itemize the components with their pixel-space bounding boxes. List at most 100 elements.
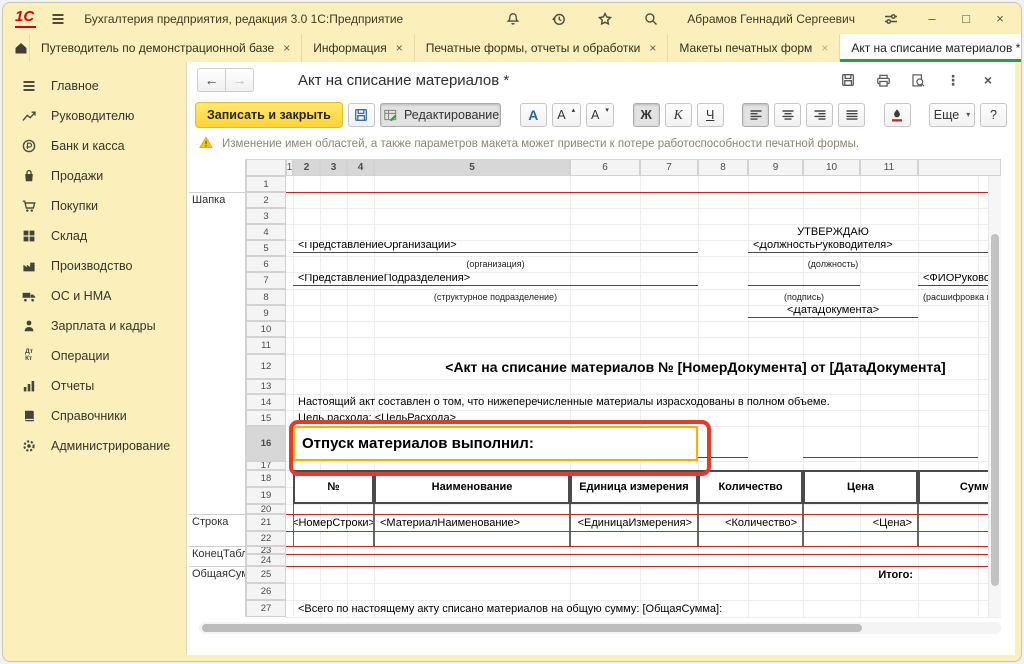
grid-cell[interactable]: <ПредставлениеОрганизации> — [293, 242, 698, 253]
print-preview-icon[interactable] — [909, 71, 927, 89]
sidebar-item-справочники[interactable]: Справочники — [3, 401, 186, 431]
sidebar-item-банк-и-касса[interactable]: Банк и касса — [3, 131, 186, 161]
save-button[interactable] — [348, 103, 375, 127]
column-header-9[interactable]: 9 — [748, 159, 803, 176]
row-header-1[interactable]: 1 — [246, 176, 286, 192]
row-header-7[interactable]: 7 — [246, 272, 286, 289]
forward-button[interactable]: → — [226, 68, 254, 92]
area-label-конецтаблицы[interactable]: КонецТаблицы — [192, 548, 245, 560]
grid-cell[interactable]: <ПредставлениеПодразделения> — [293, 274, 698, 286]
grid-cell[interactable] — [698, 504, 803, 514]
close-button[interactable]: × — [991, 11, 1009, 26]
highlighted-cell[interactable]: Отпуск материалов выполнил: — [293, 426, 698, 461]
grid-cell[interactable]: <ЕдиницаИзмерения> — [570, 514, 698, 531]
grid-cell[interactable]: (должность) — [748, 256, 918, 272]
search-icon[interactable] — [641, 9, 661, 29]
font-increase-button[interactable]: А▴ — [552, 103, 581, 127]
more-vert-icon[interactable]: ⋮ — [944, 71, 962, 89]
grid-cell[interactable]: УТВЕРЖДАЮ — [748, 224, 918, 240]
grid-cell[interactable] — [748, 274, 860, 286]
column-header-10[interactable]: 10 — [803, 159, 860, 176]
row-header-16[interactable]: 16 — [246, 426, 286, 461]
row-header-12[interactable]: 12 — [246, 354, 286, 379]
print-icon[interactable] — [874, 71, 892, 89]
row-header-25[interactable]: 25 — [246, 566, 286, 583]
row-header-21[interactable]: 21 — [246, 514, 286, 531]
grid-cell[interactable] — [803, 428, 978, 458]
grid-cell[interactable] — [374, 504, 570, 514]
table-header-cell[interactable]: № — [293, 470, 374, 504]
row-header-10[interactable]: 10 — [246, 321, 286, 337]
row-header-26[interactable]: 26 — [246, 583, 286, 600]
sidebar-item-производство[interactable]: Производство — [3, 251, 186, 281]
sidebar-item-склад[interactable]: Склад — [3, 221, 186, 251]
row-header-9[interactable]: 9 — [246, 305, 286, 321]
row-header-22[interactable]: 22 — [246, 531, 286, 546]
tab-close-icon[interactable]: × — [821, 41, 828, 55]
row-header-19[interactable]: 19 — [246, 487, 286, 504]
grid-cell[interactable]: <Акт на списание материалов № [НомерДоку… — [293, 354, 1001, 379]
align-justify-button[interactable] — [838, 103, 865, 127]
table-header-cell[interactable]: Наименование — [374, 470, 570, 504]
tab-4[interactable]: Макеты печатных форм× — [668, 34, 840, 62]
italic-button[interactable]: К — [665, 103, 692, 127]
grid-cell[interactable]: (структурное подразделение) — [293, 289, 698, 305]
text-color-button[interactable] — [884, 103, 911, 127]
underline-button[interactable]: Ч — [697, 103, 724, 127]
grid-cell[interactable] — [803, 531, 918, 546]
grid-cell[interactable] — [374, 531, 570, 546]
tab-close-icon[interactable]: × — [649, 41, 656, 55]
tab-close-icon[interactable]: × — [396, 41, 403, 55]
grid-cell[interactable]: <Цена> — [803, 514, 918, 531]
bold-button[interactable]: Ж — [633, 103, 660, 127]
column-header-1[interactable]: 1 — [286, 159, 293, 176]
row-header-11[interactable]: 11 — [246, 337, 286, 354]
font-decrease-button[interactable]: А▾ — [586, 103, 615, 127]
row-header-23[interactable]: 23 — [246, 546, 286, 554]
editing-toggle-button[interactable]: Редактирование — [380, 103, 502, 127]
history-icon[interactable] — [549, 9, 569, 29]
column-header-5[interactable]: 5 — [374, 159, 570, 176]
column-header-11[interactable]: 11 — [860, 159, 918, 176]
row-header-8[interactable]: 8 — [246, 289, 286, 305]
align-center-button[interactable] — [774, 103, 801, 127]
sidebar-item-отчеты[interactable]: Отчеты — [3, 371, 186, 401]
row-header-17[interactable]: 17 — [246, 461, 286, 470]
grid-cell[interactable]: <МатериалНаименование> — [374, 514, 570, 531]
sidebar-item-руководителю[interactable]: Руководителю — [3, 101, 186, 131]
grid-cell[interactable] — [293, 504, 374, 514]
column-header-4[interactable]: 4 — [347, 159, 374, 176]
tab-2[interactable]: Информация× — [302, 34, 415, 62]
grid-cell[interactable] — [293, 531, 374, 546]
column-header-3[interactable]: 3 — [320, 159, 347, 176]
sidebar-item-зарплата-и-кадры[interactable]: Зарплата и кадры — [3, 311, 186, 341]
row-header-2[interactable]: 2 — [246, 192, 286, 208]
row-header-5[interactable]: 5 — [246, 240, 286, 256]
grid-cell[interactable]: <ДолжностьРуководителя> — [748, 242, 1001, 253]
maximize-button[interactable]: □ — [957, 11, 975, 26]
tab-close-icon[interactable]: × — [283, 41, 290, 55]
grid-cell[interactable]: (подпись) — [748, 289, 860, 305]
row-header-4[interactable]: 4 — [246, 224, 286, 240]
notifications-icon[interactable] — [503, 9, 523, 29]
sidebar-item-покупки[interactable]: Покупки — [3, 191, 186, 221]
row-header-15[interactable]: 15 — [246, 410, 286, 426]
grid-cell[interactable]: (организация) — [293, 256, 698, 272]
close-icon[interactable]: × — [979, 71, 997, 89]
row-header-18[interactable]: 18 — [246, 470, 286, 487]
column-header-2[interactable]: 2 — [293, 159, 320, 176]
sidebar-item-операции[interactable]: ДтКтОперации — [3, 341, 186, 371]
row-header-20[interactable]: 20 — [246, 504, 286, 514]
horizontal-scrollbar[interactable] — [199, 622, 1001, 634]
grid-cell[interactable]: Настоящий акт составлен о том, что нижеп… — [293, 394, 918, 410]
sidebar-item-ос-и-нма[interactable]: ОС и НМА — [3, 281, 186, 311]
tab-5[interactable]: Акт на списание материалов * × — [840, 34, 1022, 62]
grid-cell[interactable] — [698, 531, 803, 546]
row-header-13[interactable]: 13 — [246, 379, 286, 394]
table-header-cell[interactable]: Количество — [698, 470, 803, 504]
current-user[interactable]: Абрамов Геннадий Сергеевич — [687, 12, 855, 26]
sidebar-item-администрирование[interactable]: Администрирование — [3, 431, 186, 461]
tab-3[interactable]: Печатные формы, отчеты и обработки× — [415, 34, 669, 62]
grid-cell[interactable]: Цель расхода: <ЦельРасхода> — [293, 410, 698, 426]
column-header-8[interactable]: 8 — [698, 159, 748, 176]
